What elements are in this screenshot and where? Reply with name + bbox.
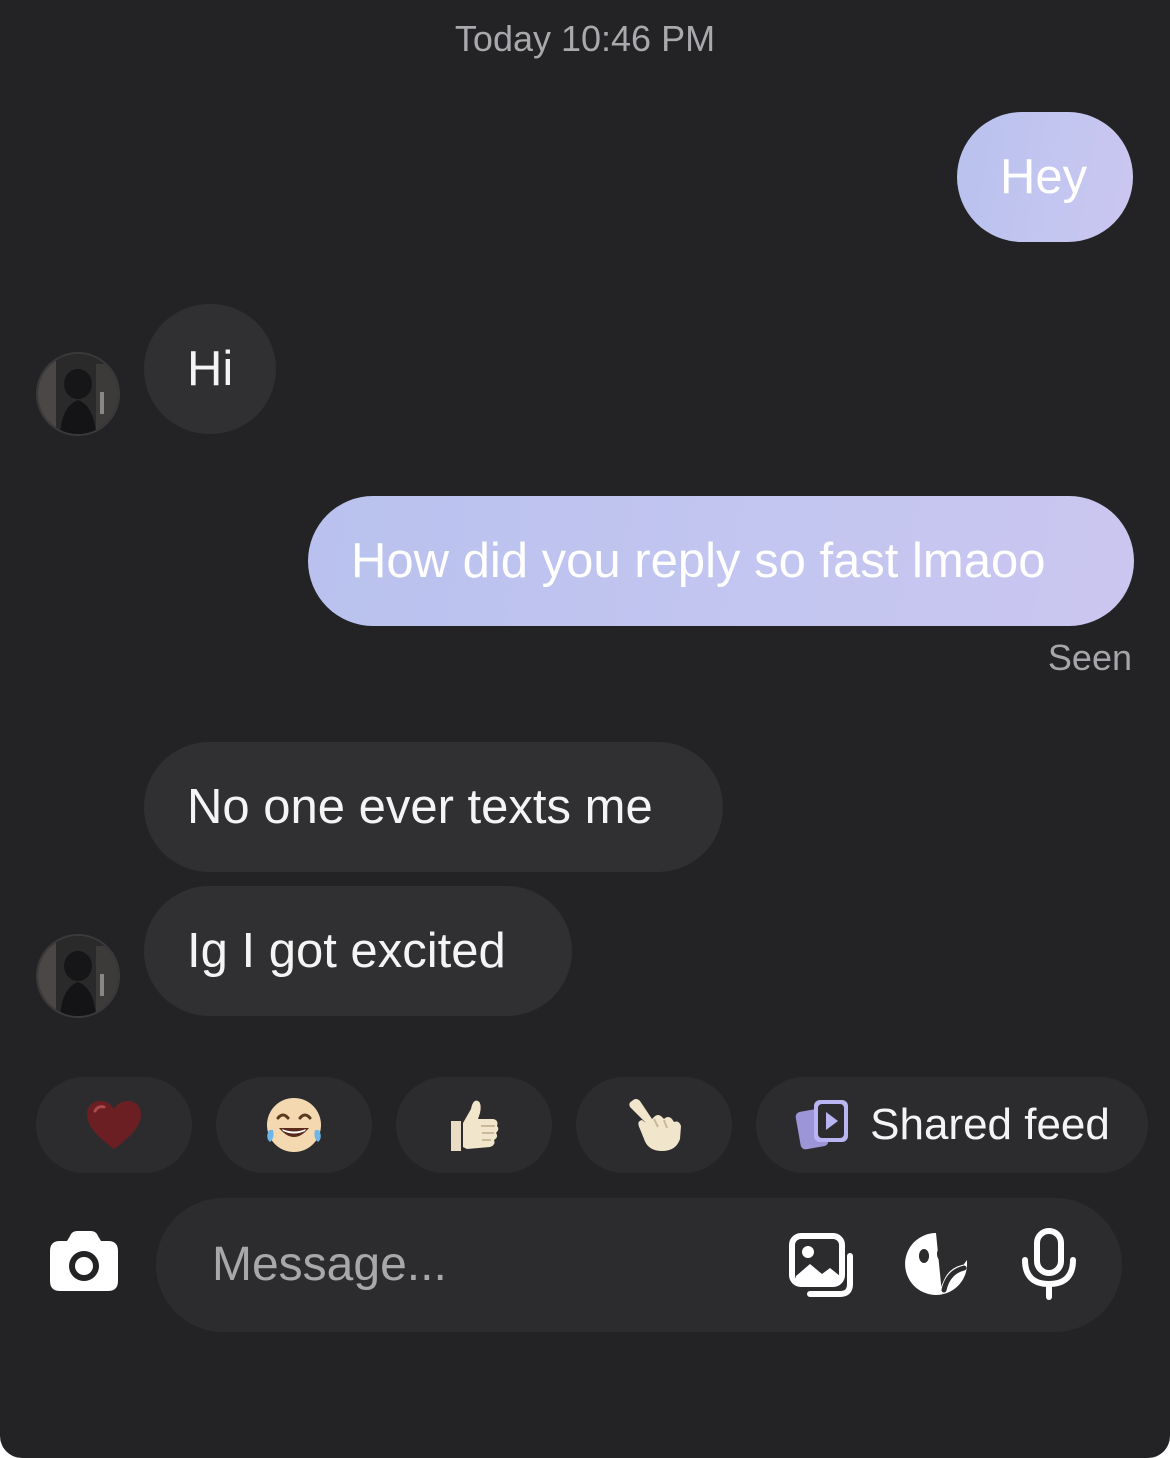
microphone-icon[interactable] bbox=[1020, 1228, 1078, 1300]
contact-avatar[interactable] bbox=[36, 934, 120, 1018]
conversation-timestamp: Today 10:46 PM bbox=[454, 18, 716, 59]
quick-reaction-heart[interactable] bbox=[36, 1077, 192, 1173]
heart-emoji-icon bbox=[87, 1101, 141, 1149]
message-input-placeholder: Message... bbox=[212, 1238, 447, 1291]
camera-icon[interactable] bbox=[48, 1230, 120, 1292]
shared-feed-button[interactable]: Shared feed bbox=[756, 1077, 1148, 1173]
contact-avatar[interactable] bbox=[36, 352, 120, 436]
message-text: Hey bbox=[1000, 150, 1088, 204]
quick-reaction-thumbs-up[interactable] bbox=[396, 1077, 552, 1173]
message-text: How did you reply so fast lmaoo bbox=[351, 534, 1046, 588]
quick-reaction-laughing[interactable] bbox=[216, 1077, 372, 1173]
avatar-image-icon bbox=[38, 936, 118, 1016]
message-text: Ig I got excited bbox=[187, 924, 506, 978]
pointing-hand-emoji-icon bbox=[629, 1099, 681, 1151]
thumbs-up-emoji-icon bbox=[451, 1100, 499, 1151]
message-bubble-incoming[interactable]: No one ever texts me bbox=[144, 742, 723, 872]
message-text: Hi bbox=[187, 342, 234, 396]
laughing-tears-emoji-icon bbox=[267, 1098, 321, 1152]
avatar-image-icon bbox=[38, 354, 118, 434]
gallery-icon[interactable] bbox=[788, 1232, 858, 1298]
message-text: No one ever texts me bbox=[187, 780, 653, 834]
message-bubble-outgoing[interactable]: How did you reply so fast lmaoo bbox=[308, 496, 1134, 626]
message-bubble-incoming[interactable]: Hi bbox=[144, 304, 276, 434]
shared-feed-label: Shared feed bbox=[870, 1100, 1110, 1149]
chat-screen: Today 10:46 PM Hey Hi How did you reply … bbox=[0, 0, 1170, 1458]
sticker-icon[interactable] bbox=[902, 1230, 970, 1298]
message-input[interactable]: Message... bbox=[156, 1198, 1122, 1332]
seen-status: Seen bbox=[1047, 637, 1132, 678]
shared-feed-icon bbox=[795, 1100, 849, 1150]
quick-reaction-pointing[interactable] bbox=[576, 1077, 732, 1173]
message-bubble-outgoing[interactable]: Hey bbox=[957, 112, 1133, 242]
message-bubble-incoming[interactable]: Ig I got excited bbox=[144, 886, 572, 1016]
